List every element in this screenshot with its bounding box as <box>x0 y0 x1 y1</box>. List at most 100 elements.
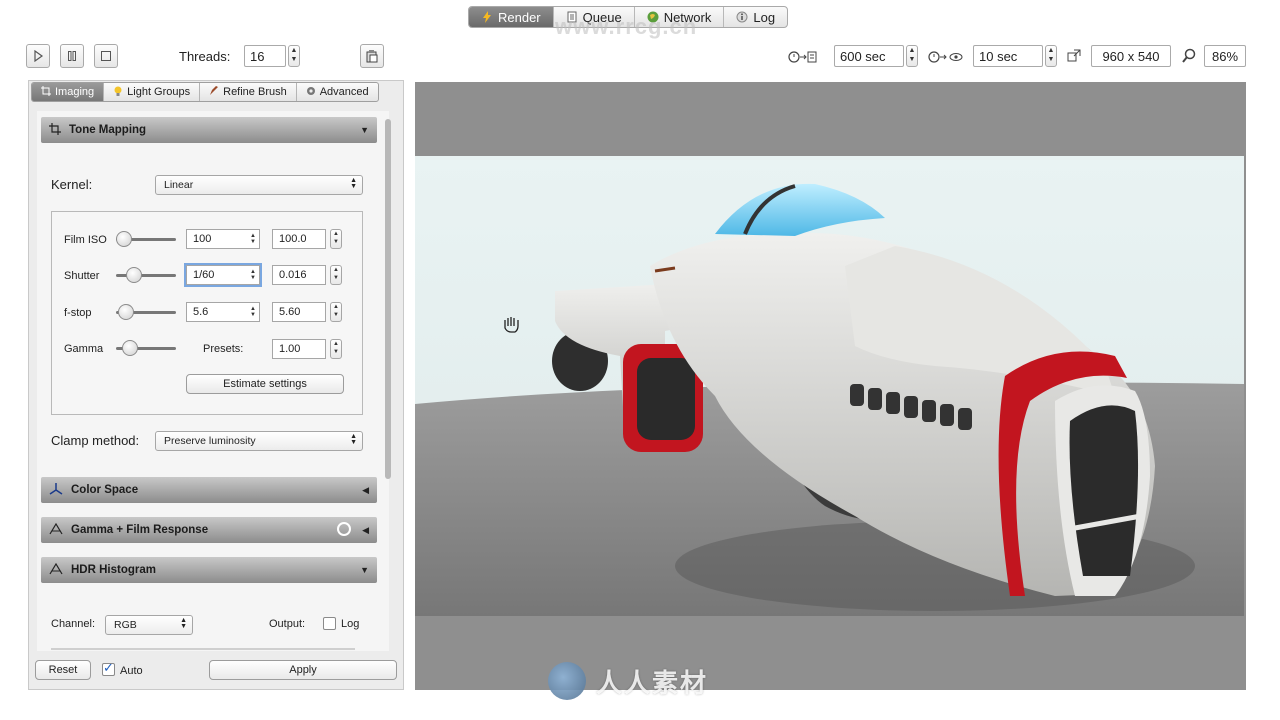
channel-value: RGB <box>114 619 137 631</box>
tab-refine-brush[interactable]: Refine Brush <box>200 83 297 101</box>
kernel-value: Linear <box>164 179 194 191</box>
tab-refine-brush-label: Refine Brush <box>223 86 287 98</box>
gamma-curve-icon <box>49 522 63 538</box>
reset-button[interactable]: Reset <box>35 660 91 680</box>
refresh-interval-stepper[interactable]: ▲ ▼ <box>1045 45 1057 67</box>
film-iso-preset-value: 100 <box>193 233 212 245</box>
clamp-method-select[interactable]: Preserve luminosity ▲ ▼ <box>155 431 363 451</box>
fstop-label: f-stop <box>64 307 92 319</box>
panel-tabs: Imaging Light Groups Refine Brush Advanc… <box>31 82 379 102</box>
info-icon <box>736 11 748 23</box>
render-image[interactable] <box>415 156 1244 616</box>
select-arrows-icon: ▲ ▼ <box>180 617 187 630</box>
film-iso-preset[interactable]: 100 ▲ ▼ <box>186 229 260 249</box>
shutter-slider-knob[interactable] <box>126 267 142 283</box>
tab-light-groups-label: Light Groups <box>127 86 191 98</box>
log-checkbox[interactable] <box>323 617 336 630</box>
hover-bike-render <box>415 156 1244 616</box>
play-button[interactable] <box>26 44 50 68</box>
tab-log[interactable]: Log <box>724 7 787 27</box>
fstop-slider-knob[interactable] <box>118 304 134 320</box>
combo-arrows-icon: ▲ ▼ <box>250 233 256 245</box>
zoom-magnifier-icon[interactable] <box>1181 48 1197 67</box>
threads-stepper[interactable]: ▲ ▼ <box>288 45 300 67</box>
zoom-field[interactable]: 86% <box>1204 45 1246 67</box>
histogram-divider <box>51 648 355 650</box>
film-iso-field[interactable]: 100.0 <box>272 229 326 249</box>
resolution-icon <box>1066 48 1082 67</box>
time-limit-field[interactable]: 600 sec <box>834 45 904 67</box>
select-arrows-icon: ▲ ▼ <box>350 433 357 446</box>
gear-icon <box>306 86 316 99</box>
clamp-method-label: Clamp method: <box>51 433 140 448</box>
clipboard-button[interactable] <box>360 44 384 68</box>
top-tab-bar: Render Queue Network Log www.rrcg.cn <box>0 0 1280 39</box>
fstop-field[interactable]: 5.60 <box>272 302 326 322</box>
time-limit-icon <box>788 50 818 67</box>
camera-settings-box: Film ISO 100 ▲ ▼ 100.0 ▲ ▼ Shutter 1/60 ▲ ▼… <box>51 211 363 415</box>
shutter-slider-track[interactable] <box>116 274 176 277</box>
tab-advanced-label: Advanced <box>319 86 369 98</box>
brush-icon <box>209 85 219 99</box>
apply-button[interactable]: Apply <box>209 660 397 680</box>
chevron-left-icon: ◀ <box>362 525 369 535</box>
gamma-field[interactable]: 1.00 <box>272 339 326 359</box>
watermark-url: www.rrcg.cn <box>555 14 698 39</box>
tab-advanced[interactable]: Advanced <box>297 83 378 101</box>
render-viewport[interactable] <box>415 82 1246 690</box>
tab-render-label: Render <box>498 9 541 25</box>
channel-select[interactable]: RGB ▲ ▼ <box>105 615 193 635</box>
gamma-film-response-title: Gamma + Film Response <box>71 524 209 536</box>
gamma-stepper[interactable]: ▲ ▼ <box>330 339 342 359</box>
auto-checkbox[interactable] <box>102 660 115 676</box>
estimate-settings-button[interactable]: Estimate settings <box>186 374 344 394</box>
watermark-text: 人人素材 <box>596 667 709 698</box>
film-iso-slider-knob[interactable] <box>116 231 132 247</box>
chevron-down-icon: ▼ <box>360 125 369 135</box>
film-iso-stepper[interactable]: ▲ ▼ <box>330 229 342 249</box>
resolution-field[interactable]: 960 x 540 <box>1091 45 1171 67</box>
settings-scroll-area: Tone Mapping ▼ Kernel: Linear ▲ ▼ Film IS… <box>37 111 389 651</box>
refresh-interval-field[interactable]: 10 sec <box>973 45 1043 67</box>
tab-log-label: Log <box>753 9 776 25</box>
shutter-field[interactable]: 0.016 <box>272 265 326 285</box>
tab-light-groups[interactable]: Light Groups <box>104 83 201 101</box>
film-iso-label: Film ISO <box>64 234 107 246</box>
gamma-slider-knob[interactable] <box>122 340 138 356</box>
chevron-left-icon: ◀ <box>362 485 369 495</box>
tone-mapping-header[interactable]: Tone Mapping ▼ <box>41 117 377 143</box>
panel-scrollbar[interactable] <box>385 119 391 479</box>
fstop-preset[interactable]: 5.6 ▲ ▼ <box>186 302 260 322</box>
kernel-select[interactable]: Linear ▲ ▼ <box>155 175 363 195</box>
tab-imaging[interactable]: Imaging <box>32 83 105 101</box>
presets-label: Presets: <box>203 343 244 355</box>
watermark-logo-icon <box>548 662 586 700</box>
pause-button[interactable] <box>60 44 84 68</box>
tab-render[interactable]: Render <box>469 7 554 27</box>
gamma-film-response-header[interactable]: Gamma + Film Response ◀ <box>41 517 377 543</box>
output-label: Output: <box>269 618 306 630</box>
render-toolbar: Threads: 16 ▲ ▼ 600 sec ▲ ▼ 10 sec ▲ ▼ 960 … <box>0 38 1280 76</box>
color-space-header[interactable]: Color Space ◀ <box>41 477 377 503</box>
auto-label: Auto <box>120 665 143 677</box>
chevron-down-icon: ▼ <box>360 565 369 575</box>
hdr-histogram-title: HDR Histogram <box>71 564 156 576</box>
select-arrows-icon: ▲ ▼ <box>350 177 357 190</box>
stop-button[interactable] <box>94 44 118 68</box>
kernel-label: Kernel: <box>51 177 93 192</box>
tone-mapping-title: Tone Mapping <box>69 124 147 136</box>
threads-field[interactable]: 16 <box>244 45 286 67</box>
shutter-preset[interactable]: 1/60 ▲ ▼ <box>186 265 260 285</box>
power-toggle-icon[interactable] <box>337 522 351 536</box>
fstop-stepper[interactable]: ▲ ▼ <box>330 302 342 322</box>
combo-arrows-icon: ▲ ▼ <box>250 306 256 318</box>
hdr-histogram-header[interactable]: HDR Histogram ▼ <box>41 557 377 583</box>
color-space-title: Color Space <box>71 484 139 496</box>
time-limit-stepper[interactable]: ▲ ▼ <box>906 45 918 67</box>
channel-label: Channel: <box>51 618 96 630</box>
histogram-icon <box>49 562 63 578</box>
refresh-interval-icon <box>928 50 968 67</box>
tab-imaging-label: Imaging <box>55 86 95 98</box>
settings-panel: Imaging Light Groups Refine Brush Advanc… <box>28 80 404 690</box>
shutter-stepper[interactable]: ▲ ▼ <box>330 265 342 285</box>
